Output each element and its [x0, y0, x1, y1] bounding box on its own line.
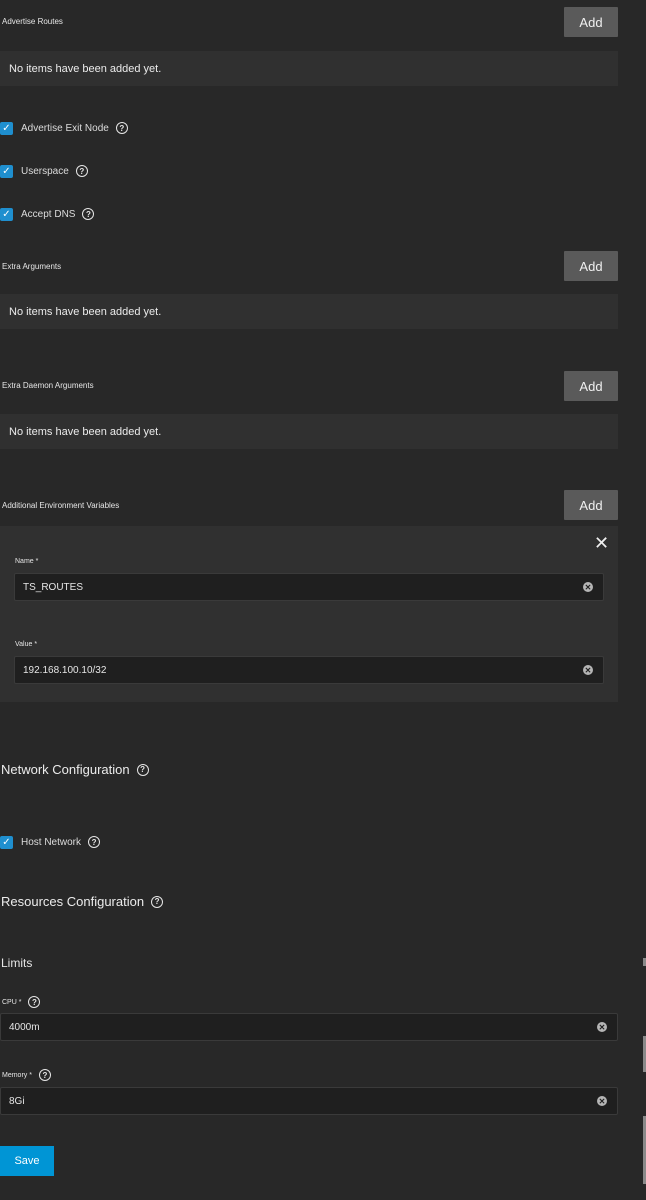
- help-icon[interactable]: ?: [75, 165, 88, 177]
- env-value-input[interactable]: [15, 663, 583, 677]
- resources-config-heading: Resources Configuration ?: [1, 894, 164, 909]
- accept-dns-checkbox[interactable]: ✓: [0, 207, 13, 221]
- env-vars-label: Additional Environment Variables: [2, 501, 120, 510]
- network-config-heading: Network Configuration ?: [1, 762, 149, 777]
- advertise-routes-label: Advertise Routes: [2, 17, 63, 26]
- network-config-title: Network Configuration: [1, 762, 130, 777]
- save-button[interactable]: Save: [0, 1146, 54, 1176]
- clear-icon[interactable]: ✕: [583, 665, 593, 675]
- memory-label: Memory *: [2, 1071, 32, 1079]
- accept-dns-row: ✓ Accept DNS ?: [0, 206, 95, 222]
- clear-icon[interactable]: ✕: [583, 582, 593, 592]
- cpu-field[interactable]: ✕: [0, 1013, 618, 1041]
- advertise-exit-node-row: ✓ Advertise Exit Node ?: [0, 120, 128, 136]
- host-network-row: ✓ Host Network ?: [0, 834, 101, 850]
- env-value-label: Value *: [15, 641, 38, 648]
- help-icon[interactable]: ?: [88, 836, 101, 848]
- extra-daemon-arguments-empty-list: No items have been added yet.: [0, 414, 618, 449]
- empty-list-text: No items have been added yet.: [9, 305, 162, 318]
- env-name-field[interactable]: ✕: [14, 573, 604, 601]
- resources-config-title: Resources Configuration: [1, 894, 145, 909]
- host-network-label: Host Network: [21, 836, 82, 848]
- advertise-exit-node-label: Advertise Exit Node: [21, 122, 109, 134]
- env-name-input[interactable]: [15, 580, 583, 594]
- clear-icon[interactable]: ✕: [597, 1096, 607, 1106]
- extra-arguments-add-button[interactable]: Add: [564, 251, 618, 281]
- help-icon[interactable]: ?: [38, 1069, 51, 1081]
- help-icon[interactable]: ?: [115, 122, 128, 134]
- extra-arguments-empty-list: No items have been added yet.: [0, 294, 618, 329]
- userspace-row: ✓ Userspace ?: [0, 163, 88, 179]
- env-value-field[interactable]: ✕: [14, 656, 604, 684]
- empty-list-text: No items have been added yet.: [9, 62, 162, 75]
- help-icon[interactable]: ?: [136, 763, 149, 776]
- userspace-label: Userspace: [21, 165, 69, 177]
- empty-list-text: No items have been added yet.: [9, 425, 162, 438]
- extra-daemon-arguments-label: Extra Daemon Arguments: [2, 381, 94, 390]
- help-icon[interactable]: ?: [151, 895, 164, 908]
- clear-icon[interactable]: ✕: [597, 1022, 607, 1032]
- advertise-exit-node-checkbox[interactable]: ✓: [0, 121, 13, 135]
- env-var-item-card: ✕ Name * ✕ Value * ✕: [0, 526, 618, 702]
- memory-label-row: Memory * ?: [2, 1069, 51, 1081]
- memory-input[interactable]: [1, 1094, 597, 1108]
- close-icon[interactable]: ✕: [594, 534, 609, 552]
- env-name-label: Name *: [15, 558, 39, 565]
- memory-field[interactable]: ✕: [0, 1087, 618, 1115]
- advertise-routes-add-button[interactable]: Add: [564, 7, 618, 37]
- host-network-checkbox[interactable]: ✓: [0, 835, 13, 849]
- limits-label: Limits: [1, 956, 33, 970]
- help-icon[interactable]: ?: [28, 996, 41, 1008]
- userspace-checkbox[interactable]: ✓: [0, 164, 13, 178]
- extra-daemon-arguments-add-button[interactable]: Add: [564, 371, 618, 401]
- cpu-label: CPU *: [2, 998, 22, 1006]
- cpu-input[interactable]: [1, 1020, 597, 1034]
- extra-arguments-label: Extra Arguments: [2, 262, 62, 271]
- accept-dns-label: Accept DNS: [21, 208, 76, 220]
- env-vars-add-button[interactable]: Add: [564, 490, 618, 520]
- help-icon[interactable]: ?: [82, 208, 95, 220]
- cpu-label-row: CPU * ?: [2, 996, 41, 1008]
- advertise-routes-empty-list: No items have been added yet.: [0, 51, 618, 86]
